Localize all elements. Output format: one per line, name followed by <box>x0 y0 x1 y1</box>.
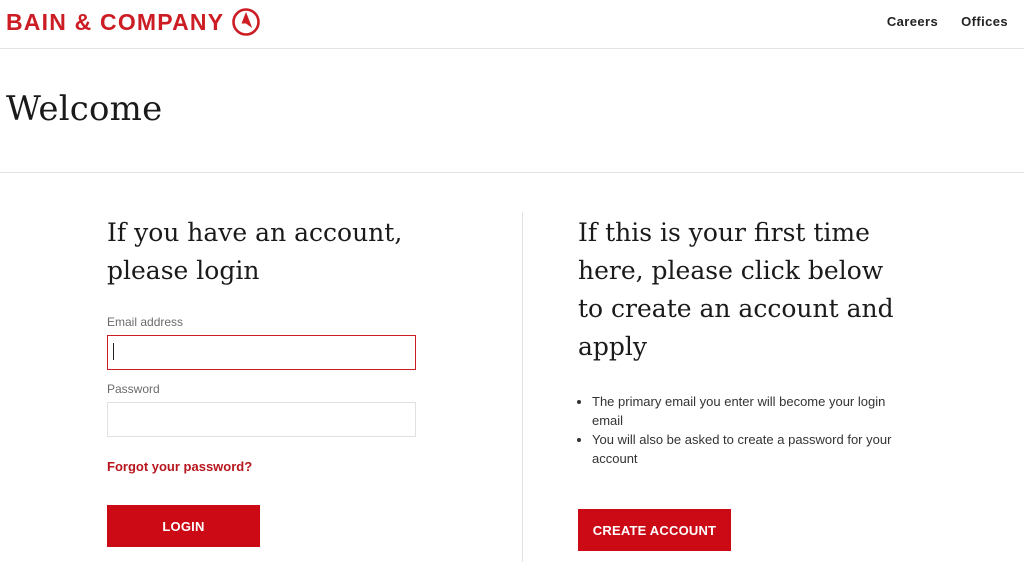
create-account-button[interactable]: CREATE ACCOUNT <box>578 509 731 551</box>
top-bar: BAIN & COMPANY Careers Offices <box>0 0 1024 49</box>
password-label: Password <box>107 382 160 396</box>
password-field[interactable] <box>107 402 416 437</box>
email-field[interactable] <box>107 335 416 370</box>
page-title: Welcome <box>6 89 163 129</box>
info-list: The primary email you enter will become … <box>578 392 898 468</box>
create-account-heading: If this is your first time here, please … <box>578 218 894 361</box>
brand-logo[interactable]: BAIN & COMPANY <box>6 7 261 37</box>
nav-offices-link[interactable]: Offices <box>961 14 1008 29</box>
list-item: You will also be asked to create a passw… <box>592 430 898 468</box>
nav-careers-link[interactable]: Careers <box>887 14 938 29</box>
login-section: If you have an account, please login Ema… <box>107 214 437 547</box>
create-account-section: If this is your first time here, please … <box>578 214 938 551</box>
text-caret <box>113 343 114 360</box>
brand-name: BAIN & COMPANY <box>6 9 225 35</box>
login-heading: If you have an account, please login <box>107 218 403 285</box>
compass-icon <box>232 8 261 36</box>
email-label: Email address <box>107 315 184 329</box>
email-field-wrap <box>107 335 416 370</box>
top-nav: Careers Offices <box>887 14 1008 29</box>
forgot-password-link[interactable]: Forgot your password? <box>107 459 252 474</box>
welcome-banner: Welcome <box>0 49 1024 173</box>
login-button[interactable]: LOGIN <box>107 505 260 547</box>
column-divider <box>522 212 523 562</box>
list-item: The primary email you enter will become … <box>592 392 898 430</box>
